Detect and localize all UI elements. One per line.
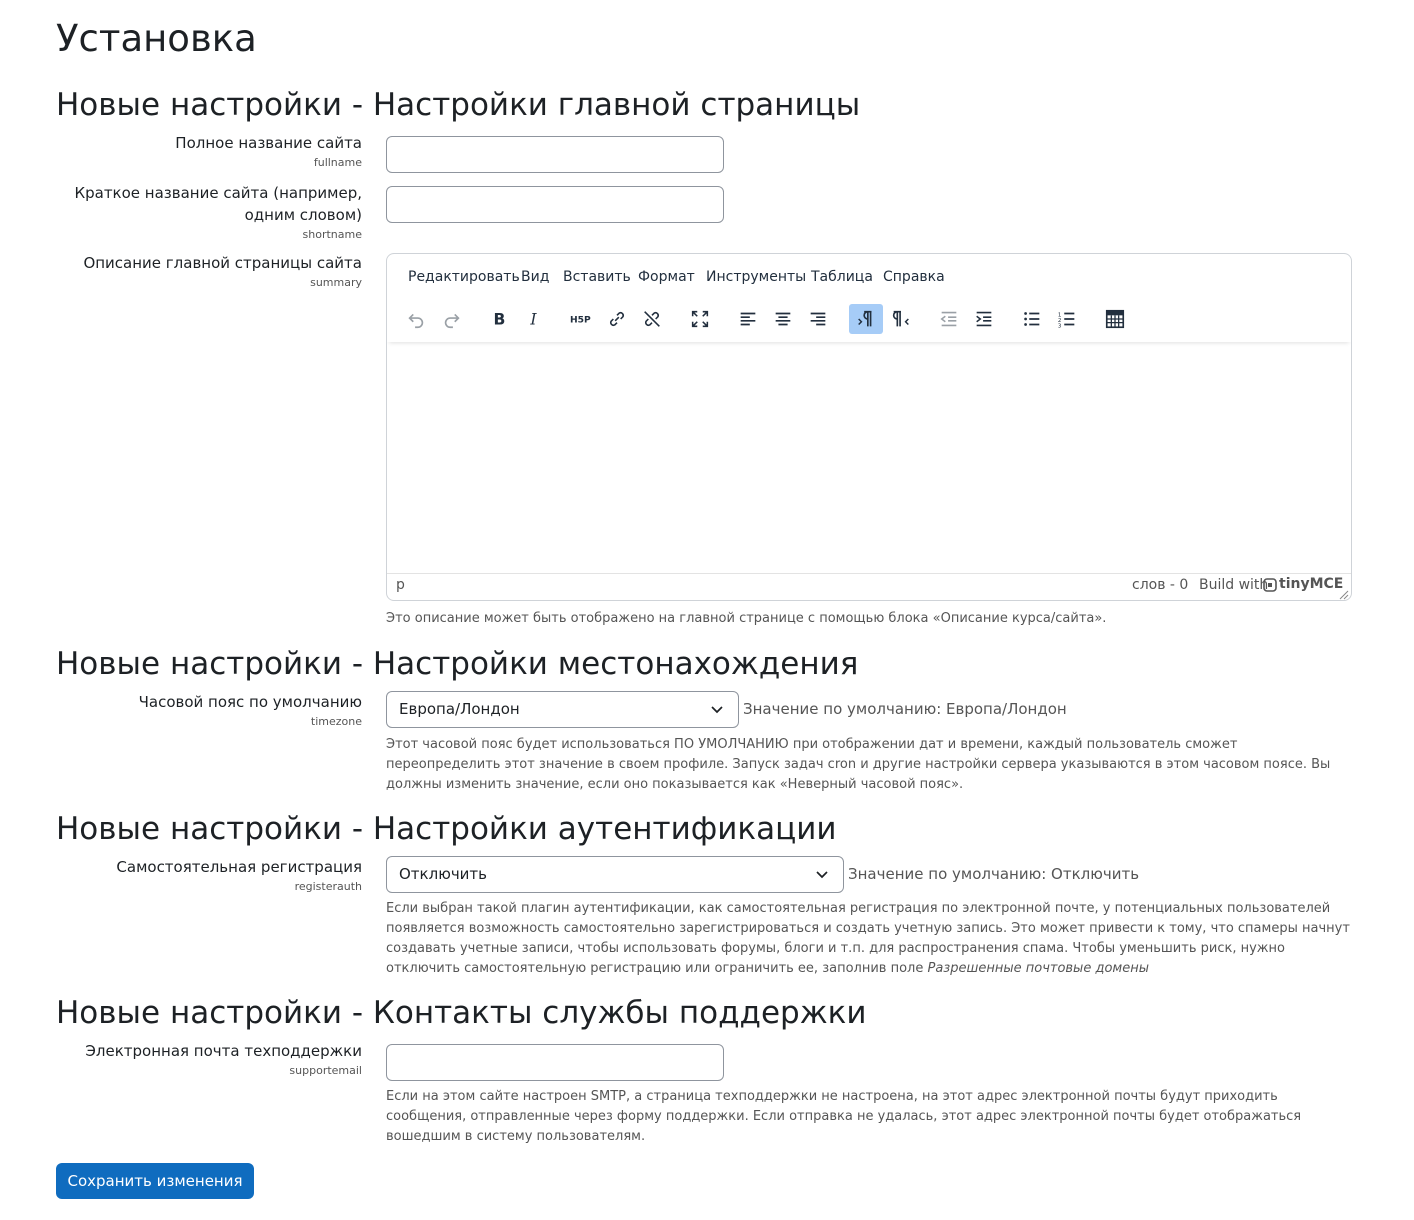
bullet-list-icon[interactable]: [1015, 304, 1049, 334]
editor-statusbar: p слов - 0 Build with tinyMCE: [387, 573, 1351, 600]
rtl-icon[interactable]: [884, 304, 918, 334]
shortname-label: Краткое название сайта (например, одним …: [74, 182, 362, 226]
redo-icon[interactable]: [435, 304, 469, 334]
supportemail-setting-name: supportemail: [289, 1064, 362, 1077]
chevron-down-icon: [711, 706, 723, 714]
section-heading-frontpage: Новые настройки - Настройки главной стра…: [56, 87, 861, 123]
registerauth-select[interactable]: Отключить: [386, 856, 844, 893]
shortname-input[interactable]: [386, 186, 724, 223]
supportemail-label: Электронная почта техподдержки: [85, 1042, 362, 1060]
bold-icon[interactable]: B: [482, 304, 516, 334]
registerauth-selected-value: Отключить: [399, 865, 488, 883]
element-path[interactable]: p: [396, 577, 405, 593]
menu-insert[interactable]: Вставить: [563, 269, 631, 285]
menu-help[interactable]: Справка: [883, 269, 945, 285]
tinymce-logo-icon: [1263, 578, 1277, 592]
editor-content-area[interactable]: [387, 344, 1351, 576]
summary-setting-name: summary: [310, 276, 362, 289]
section-heading-location: Новые настройки - Настройки местонахожде…: [56, 646, 859, 682]
section-heading-auth: Новые настройки - Настройки аутентификац…: [56, 811, 837, 847]
allowed-domains-emphasis: Разрешенные почтовые домены: [927, 961, 1149, 976]
menu-table[interactable]: Таблица: [811, 269, 873, 285]
undo-icon[interactable]: [399, 304, 433, 334]
numbered-list-icon[interactable]: 123: [1050, 304, 1084, 334]
svg-text:I: I: [529, 311, 537, 329]
timezone-select[interactable]: Европа/Лондон: [386, 691, 739, 728]
timezone-setting-name: timezone: [310, 715, 362, 728]
timezone-selected-value: Европа/Лондон: [399, 700, 520, 718]
registerauth-description: Если выбран такой плагин аутентификации,…: [386, 899, 1354, 979]
summary-label: Описание главной страницы сайта: [83, 254, 362, 272]
h5p-icon[interactable]: H5P: [564, 304, 598, 334]
timezone-default: Значение по умолчанию: Европа/Лондон: [743, 700, 1067, 718]
section-heading-support: Новые настройки - Контакты службы поддер…: [56, 995, 867, 1031]
ltr-icon[interactable]: [849, 304, 883, 334]
shortname-label-line2: одним словом): [244, 206, 362, 224]
menu-tools[interactable]: Инструменты: [706, 269, 806, 285]
align-right-icon[interactable]: [801, 304, 835, 334]
svg-text:H5P: H5P: [570, 315, 591, 326]
fullname-input[interactable]: [386, 136, 724, 173]
link-icon[interactable]: [600, 304, 634, 334]
supportemail-input[interactable]: [386, 1044, 724, 1081]
indent-icon[interactable]: [967, 304, 1001, 334]
menu-format[interactable]: Формат: [638, 269, 695, 285]
resize-handle-icon[interactable]: [1339, 588, 1349, 600]
svg-text:3: 3: [1058, 323, 1062, 329]
outdent-icon[interactable]: [932, 304, 966, 334]
chevron-down-icon: [816, 871, 828, 879]
shortname-label-line1: Краткое название сайта (например,: [74, 184, 362, 202]
italic-icon[interactable]: I: [517, 304, 551, 334]
registerauth-default: Значение по умолчанию: Отключить: [848, 865, 1140, 883]
registerauth-label: Самостоятельная регистрация: [116, 858, 362, 876]
build-with-label: Build with: [1199, 577, 1269, 593]
menu-view[interactable]: Вид: [521, 269, 549, 285]
shortname-setting-name: shortname: [302, 228, 362, 241]
fullscreen-icon[interactable]: [683, 304, 717, 334]
align-center-icon[interactable]: [766, 304, 800, 334]
timezone-label: Часовой пояс по умолчанию: [138, 693, 362, 711]
calculator-icon[interactable]: [1098, 304, 1132, 334]
word-count[interactable]: слов - 0: [1132, 577, 1188, 593]
timezone-description: Этот часовой пояс будет использоваться П…: [386, 737, 1331, 792]
editor-toolbar: B I H5P 123: [387, 302, 1351, 342]
unlink-icon[interactable]: [635, 304, 669, 334]
editor-menubar: Редактировать Вид Вставить Формат Инстру…: [387, 254, 1351, 302]
fullname-label: Полное название сайта: [175, 134, 362, 152]
registerauth-setting-name: registerauth: [294, 880, 362, 893]
save-changes-button[interactable]: Сохранить изменения: [56, 1163, 254, 1199]
tinymce-brand[interactable]: tinyMCE: [1279, 576, 1343, 592]
fullname-setting-name: fullname: [313, 156, 362, 169]
menu-edit[interactable]: Редактировать: [408, 269, 520, 285]
summary-editor: Редактировать Вид Вставить Формат Инстру…: [386, 253, 1352, 601]
supportemail-description: Если на этом сайте настроен SMTP, а стра…: [386, 1089, 1302, 1144]
summary-description: Это описание может быть отображено на гл…: [386, 611, 1107, 626]
svg-text:B: B: [494, 311, 506, 329]
align-left-icon[interactable]: [731, 304, 765, 334]
page-title: Установка: [56, 17, 257, 60]
registerauth-description-text: Если выбран такой плагин аутентификации,…: [386, 901, 1350, 976]
